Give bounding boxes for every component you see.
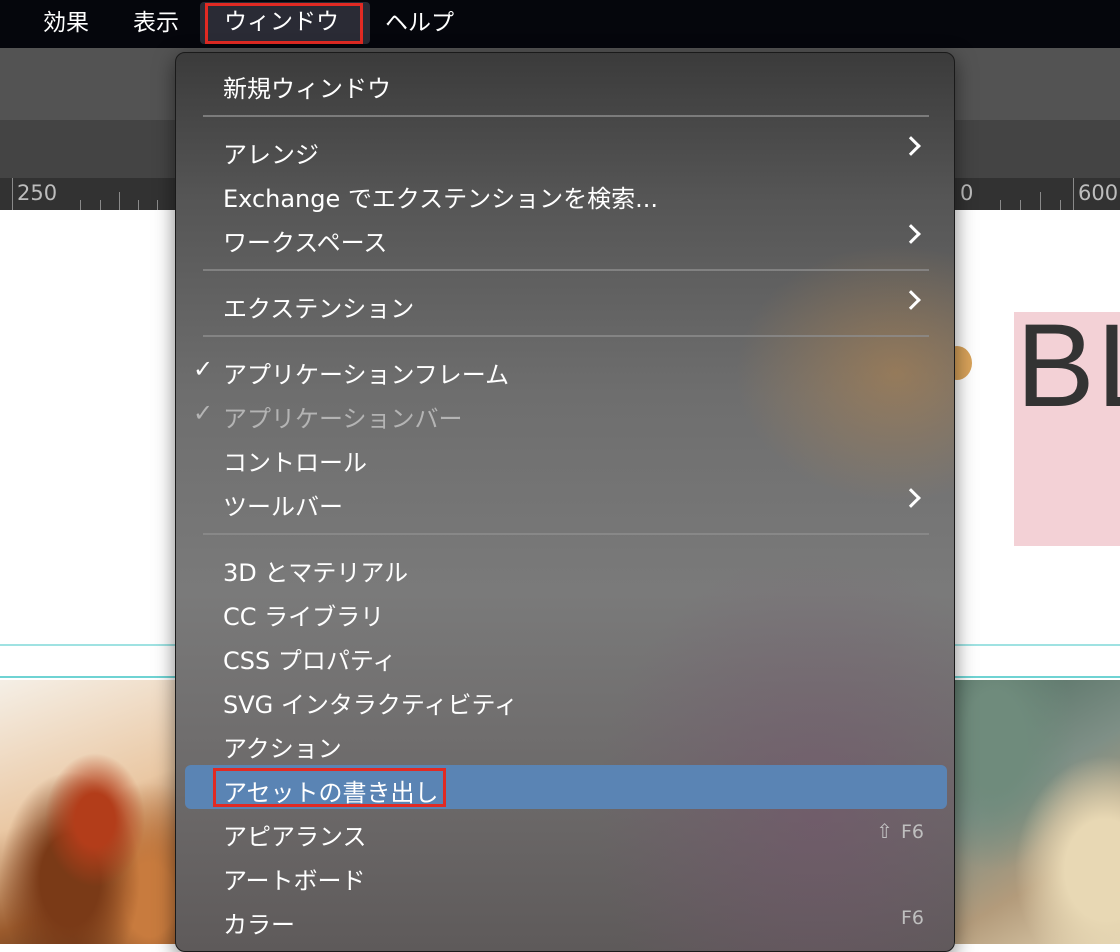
- menu-item-label: アクション: [223, 735, 342, 763]
- menu-item-cc-libraries[interactable]: CC ライブラリ: [176, 589, 956, 633]
- menu-item-application-frame[interactable]: ✓ アプリケーションフレーム: [176, 347, 956, 391]
- menu-item-label: CSS プロパティ: [223, 647, 397, 675]
- chevron-right-icon: [901, 488, 921, 508]
- dog-photo-right[interactable]: [955, 680, 1120, 944]
- menu-item-exchange[interactable]: Exchange でエクステンションを検索...: [176, 171, 956, 215]
- menu-separator: [203, 335, 929, 337]
- menu-view[interactable]: 表示: [133, 0, 179, 48]
- menu-item-shortcut: F6: [901, 907, 924, 929]
- menu-item-application-bar: ✓ アプリケーションバー: [176, 391, 956, 435]
- ruler-tick: [119, 192, 120, 210]
- menu-item-artboards[interactable]: アートボード: [176, 853, 956, 897]
- menu-item-svg-interactivity[interactable]: SVG インタラクティビティ: [176, 677, 956, 721]
- menu-item-new-window[interactable]: 新規ウィンドウ: [176, 61, 956, 105]
- menu-item-label: アレンジ: [223, 141, 319, 169]
- ruler-tick: [12, 178, 13, 210]
- menu-item-label: 新規ウィンドウ: [223, 75, 391, 103]
- ruler-tick: [138, 200, 139, 210]
- ruler-label-250: 250: [17, 181, 58, 205]
- ruler-tick: [1040, 192, 1041, 210]
- menu-item-label: アプリケーションバー: [223, 405, 463, 433]
- window-menu-dropdown: 新規ウィンドウ アレンジ Exchange でエクステンションを検索... ワー…: [175, 52, 955, 952]
- menu-item-color[interactable]: カラー F6: [176, 897, 956, 941]
- menu-effect[interactable]: 効果: [43, 0, 89, 48]
- menu-item-label: ツールバー: [223, 493, 343, 521]
- chevron-right-icon: [901, 290, 921, 310]
- menu-help[interactable]: ヘルプ: [385, 0, 454, 48]
- ruler-tick: [1020, 200, 1021, 210]
- menu-item-asset-export[interactable]: アセットの書き出し: [176, 765, 956, 809]
- menu-item-arrange[interactable]: アレンジ: [176, 127, 956, 171]
- ruler-tick: [80, 200, 81, 210]
- menu-separator: [203, 269, 929, 271]
- menu-item-appearance[interactable]: アピアランス ⇧ F6: [176, 809, 956, 853]
- ruler-tick: [1060, 200, 1061, 210]
- ruler-tick: [1000, 200, 1001, 210]
- menu-item-label: ワークスペース: [223, 229, 388, 257]
- menu-item-3d-materials[interactable]: 3D とマテリアル: [176, 545, 956, 589]
- menu-item-label: アートボード: [223, 867, 366, 895]
- ruler-label-0: 0: [960, 181, 974, 205]
- menu-item-label: エクステンション: [223, 295, 415, 323]
- shortcut-key: F6: [900, 821, 924, 843]
- menu-separator: [203, 533, 929, 535]
- menu-item-css-properties[interactable]: CSS プロパティ: [176, 633, 956, 677]
- shift-icon: ⇧: [876, 819, 893, 843]
- menu-item-shortcut: ⇧ F6: [876, 819, 924, 843]
- chevron-right-icon: [901, 136, 921, 156]
- menu-item-label: CC ライブラリ: [223, 603, 385, 631]
- menu-item-extensions[interactable]: エクステンション: [176, 281, 956, 325]
- shortcut-key: F6: [900, 907, 924, 929]
- ruler-tick: [100, 200, 101, 210]
- menu-bar: 効果 表示 ウィンドウ ヘルプ: [0, 0, 1120, 48]
- menu-item-label: 3D とマテリアル: [223, 559, 409, 587]
- menu-item-label: コントロール: [223, 449, 367, 477]
- menu-item-label: アピアランス: [223, 823, 367, 851]
- menu-item-label: カラー: [223, 911, 295, 939]
- menu-window-label: ウィンドウ: [224, 9, 339, 35]
- heading-text-object[interactable]: BL: [1016, 298, 1120, 434]
- menu-item-label: Exchange でエクステンションを検索...: [223, 185, 659, 213]
- chevron-right-icon: [901, 224, 921, 244]
- checkmark-icon: ✓: [193, 355, 214, 383]
- dog-photo-left[interactable]: [0, 680, 200, 944]
- ruler-label-600: 600: [1078, 181, 1119, 205]
- menu-window[interactable]: ウィンドウ: [200, 2, 370, 44]
- menu-item-label: SVG インタラクティビティ: [223, 691, 518, 719]
- menu-item-control[interactable]: コントロール: [176, 435, 956, 479]
- ruler-tick: [1073, 178, 1074, 210]
- menu-separator: [203, 115, 929, 117]
- menu-item-label: アプリケーションフレーム: [223, 361, 510, 389]
- menu-item-toolbar[interactable]: ツールバー: [176, 479, 956, 523]
- menu-item-actions[interactable]: アクション: [176, 721, 956, 765]
- menu-item-label: アセットの書き出し: [223, 779, 439, 807]
- checkmark-icon: ✓: [193, 399, 214, 427]
- menu-item-workspace[interactable]: ワークスペース: [176, 215, 956, 259]
- ruler-tick: [157, 200, 158, 210]
